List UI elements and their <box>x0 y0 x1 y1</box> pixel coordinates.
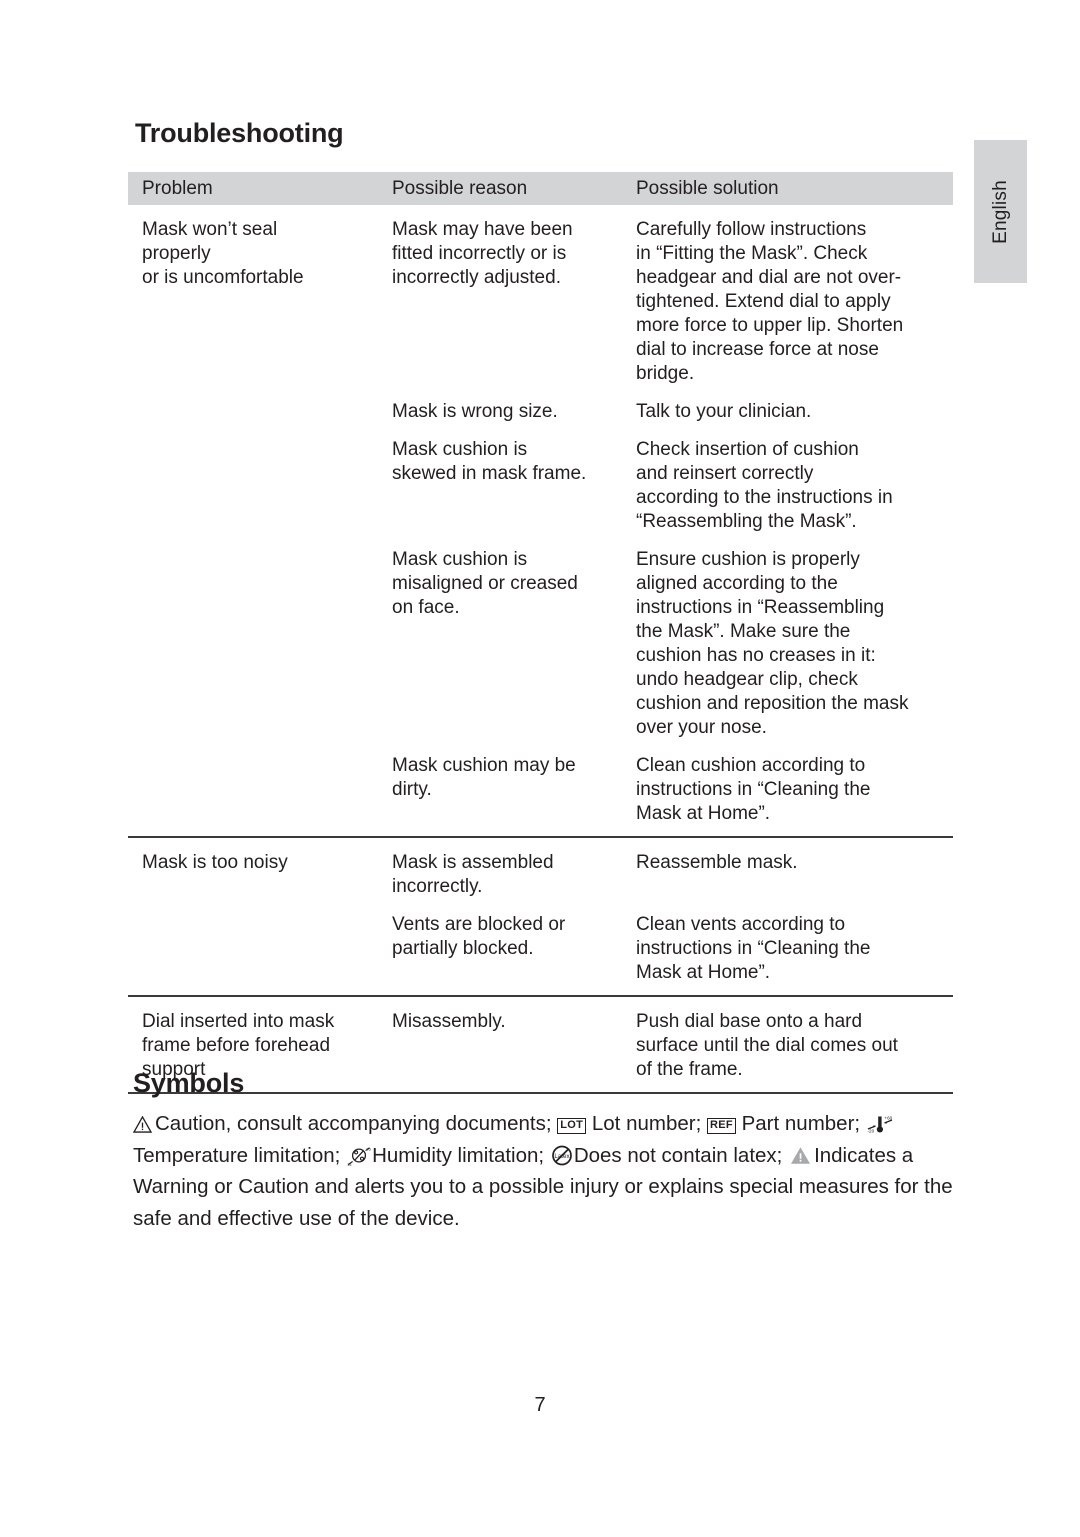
cell-reason: Mask is wrong size. <box>392 401 558 422</box>
caution-triangle-icon <box>133 1116 152 1133</box>
cell-reason: Mask cushion is misaligned or creased on… <box>392 549 578 618</box>
table-row: Mask cushion may be dirty. Clean cushion… <box>128 754 953 826</box>
column-header-problem: Problem <box>142 178 213 199</box>
symbols-heading: Symbols <box>133 1068 245 1098</box>
svg-text:-20: -20 <box>867 1129 874 1134</box>
cell-solution: Clean cushion according to instructions … <box>636 755 871 824</box>
symbols-text-humidity: Humidity limitation; <box>372 1143 545 1167</box>
table-row-group: Dial inserted into mask frame before for… <box>128 995 953 1092</box>
table-row: Mask won’t seal properly or is uncomfort… <box>128 218 953 386</box>
lot-number-icon: LOT <box>557 1118 587 1134</box>
cell-solution: Talk to your clinician. <box>636 401 812 422</box>
cell-reason: Mask is assembled incorrectly. <box>392 852 554 897</box>
humidity-limitation-icon: 15 95 <box>347 1144 372 1166</box>
symbols-text-caution: Caution, consult accompanying documents; <box>155 1112 552 1135</box>
column-header-possible-reason: Possible reason <box>392 178 528 199</box>
cell-solution: Carefully follow instructions in “Fittin… <box>636 219 904 384</box>
symbols-paragraph: Caution, consult accompanying documents;… <box>133 1108 953 1234</box>
cell-solution: Check insertion of cushion and reinsert … <box>636 439 893 532</box>
cell-solution: Push dial base onto a hard surface until… <box>636 1011 898 1080</box>
cell-reason: Mask may have been fitted incorrectly or… <box>392 219 573 288</box>
cell-reason: Vents are blocked or partially blocked. <box>392 914 566 959</box>
cell-reason: Mask cushion is skewed in mask frame. <box>392 439 587 484</box>
temperature-limitation-icon: -20 +60 <box>867 1112 893 1134</box>
svg-text:15: 15 <box>347 1161 352 1165</box>
table-header-row: Problem Possible reason Possible solutio… <box>128 172 953 205</box>
svg-text:95: 95 <box>366 1146 371 1151</box>
language-tab: English <box>974 140 1027 283</box>
table-row: Mask is too noisy Mask is assembled inco… <box>128 851 953 899</box>
troubleshooting-heading: Troubleshooting <box>135 118 344 148</box>
table-row: Mask cushion is misaligned or creased on… <box>128 548 953 740</box>
symbols-text-lot: Lot number; <box>591 1112 702 1135</box>
table-row: Mask is wrong size. Talk to your clinici… <box>128 400 953 424</box>
cell-problem: Mask won’t seal properly or is uncomfort… <box>142 219 304 288</box>
language-tab-label: English <box>989 179 1011 244</box>
part-number-icon: REF <box>706 1118 736 1134</box>
symbols-text-temperature: Temperature limitation; <box>133 1143 341 1167</box>
troubleshooting-table: Problem Possible reason Possible solutio… <box>128 172 953 1094</box>
document-page: English Troubleshooting Problem Possible… <box>0 0 1080 1537</box>
no-latex-icon: Latex <box>551 1144 573 1165</box>
table-row: Dial inserted into mask frame before for… <box>128 1010 953 1082</box>
cell-solution: Clean vents according to instructions in… <box>636 914 871 983</box>
cell-reason: Mask cushion may be dirty. <box>392 755 576 800</box>
table-body: Mask won’t seal properly or is uncomfort… <box>128 205 953 1094</box>
cell-solution: Reassemble mask. <box>636 852 798 873</box>
svg-text:+60: +60 <box>884 1116 892 1121</box>
cell-solution: Ensure cushion is properly aligned accor… <box>636 549 909 738</box>
svg-text:Latex: Latex <box>554 1153 570 1160</box>
table-row: Vents are blocked or partially blocked. … <box>128 913 953 985</box>
cell-problem: Mask is too noisy <box>142 852 288 873</box>
table-row: Mask cushion is skewed in mask frame. Ch… <box>128 438 953 534</box>
table-row-group: Mask won’t seal properly or is uncomfort… <box>128 205 953 836</box>
symbols-text-part: Part number; <box>741 1112 861 1135</box>
symbols-text-latex: Does not contain latex; <box>573 1143 783 1167</box>
column-header-possible-solution: Possible solution <box>636 178 779 199</box>
page-number: 7 <box>534 1394 546 1416</box>
cell-reason: Misassembly. <box>392 1011 506 1032</box>
table-row-group: Mask is too noisy Mask is assembled inco… <box>128 836 953 995</box>
table-bottom-rule <box>128 1092 953 1094</box>
warning-triangle-icon <box>790 1143 811 1164</box>
